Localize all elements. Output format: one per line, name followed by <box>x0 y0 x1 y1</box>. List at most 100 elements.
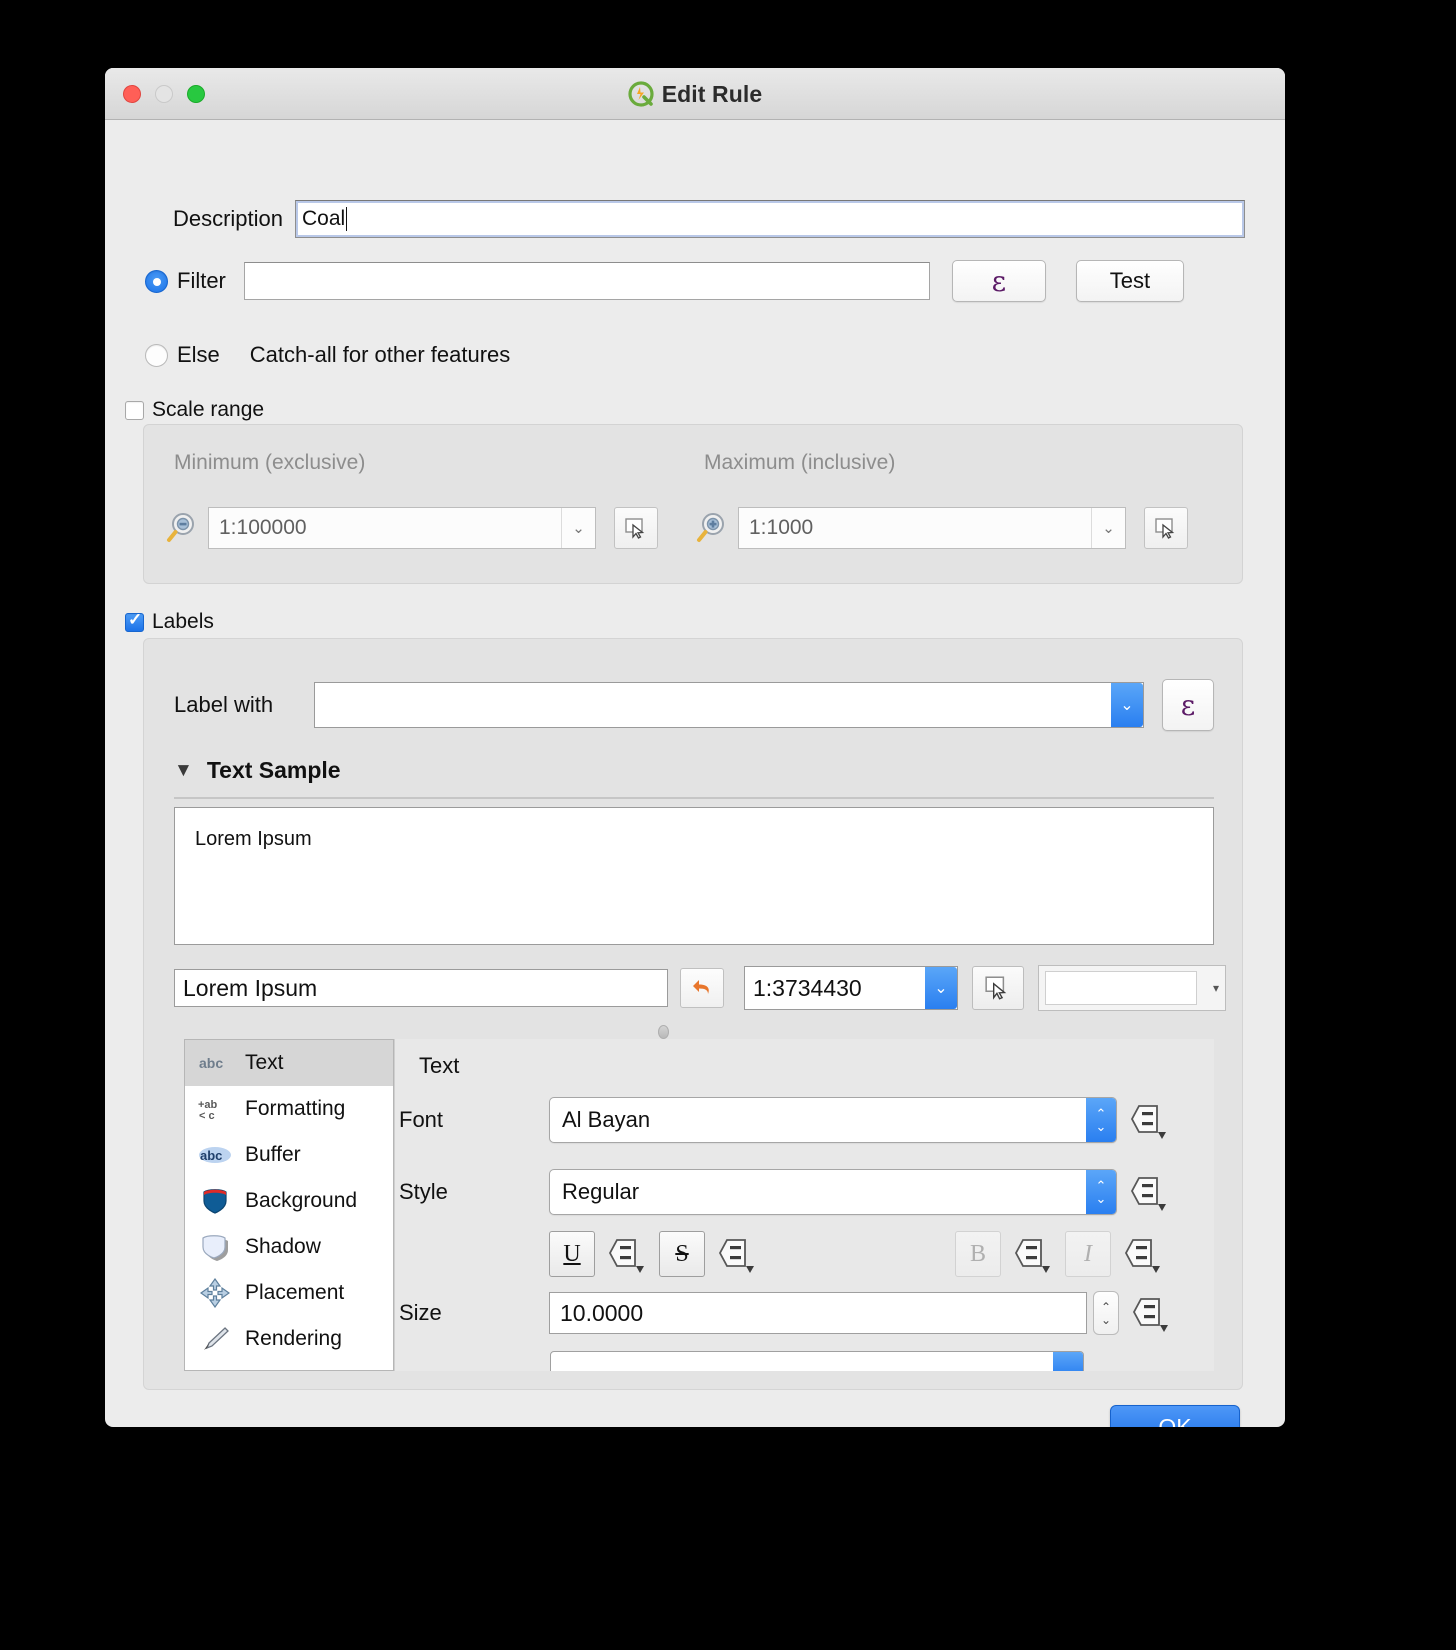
sidebar-item-formatting[interactable]: +ab < c Formatting <box>185 1086 393 1132</box>
size-override-button[interactable] <box>1127 1292 1173 1334</box>
scale-maximum-combo[interactable]: 1:1000 ⌄ <box>738 507 1126 549</box>
label-with-label: Label with <box>174 692 274 717</box>
title-bar: Edit Rule <box>105 68 1285 120</box>
style-override-button[interactable] <box>1125 1171 1171 1213</box>
scale-minimum-pick-button[interactable] <box>614 507 658 549</box>
label-settings-tab-list[interactable]: abc Text +ab < c Formatting abc Buffer B… <box>184 1039 394 1371</box>
sidebar-item-placement[interactable]: Placement <box>185 1270 393 1316</box>
scale-minimum-combo[interactable]: 1:100000 ⌄ <box>208 507 596 549</box>
else-radio[interactable] <box>145 343 168 367</box>
chevron-down-icon: ⌄ <box>1100 1312 1112 1327</box>
style-combo[interactable]: Regular ⌃ ⌄ <box>549 1169 1117 1215</box>
scale-minimum-control: 1:100000 ⌄ <box>162 507 658 549</box>
text-settings-panel: Text Font Al Bayan ⌃ ⌄ Style Regular ⌃ ⌄… <box>394 1039 1214 1371</box>
filter-expression-input[interactable] <box>243 262 930 300</box>
qgis-logo-icon <box>628 81 654 107</box>
shield-background-icon <box>197 1186 233 1216</box>
splitter-grip[interactable] <box>658 1025 669 1039</box>
font-value: Al Bayan <box>562 1107 651 1132</box>
labels-label: Labels <box>152 610 214 633</box>
format-buttons-row: U S B I <box>549 1231 1165 1277</box>
bold-override-button[interactable] <box>1009 1233 1055 1275</box>
strikethrough-button[interactable]: S <box>659 1231 705 1277</box>
scale-range-checkbox[interactable] <box>125 400 144 420</box>
sidebar-item-text[interactable]: abc Text <box>185 1040 393 1086</box>
labels-checkbox[interactable] <box>125 610 144 632</box>
bold-button[interactable]: B <box>955 1231 1001 1277</box>
chevron-up-icon: ⌃ <box>1095 1178 1107 1193</box>
italic-override-button[interactable] <box>1119 1233 1165 1275</box>
style-label: Style <box>399 1179 448 1204</box>
strikethrough-override-button[interactable] <box>713 1233 759 1275</box>
labels-checkbox-row[interactable]: Labels <box>125 610 214 634</box>
move-arrows-icon <box>197 1278 233 1308</box>
style-row: Style Regular ⌃ ⌄ <box>399 1169 1171 1215</box>
chevron-up-icon: ⌃ <box>1095 1106 1107 1121</box>
scale-range-label: Scale range <box>152 398 265 421</box>
chevron-down-icon[interactable] <box>1053 1352 1083 1371</box>
label-with-expression-button[interactable]: ε <box>1162 679 1214 731</box>
filter-row: Filter ε Test <box>145 260 1245 302</box>
scale-maximum-pick-button[interactable] <box>1144 507 1188 549</box>
scale-minimum-title: Minimum (exclusive) <box>174 451 366 474</box>
italic-button[interactable]: I <box>1065 1231 1111 1277</box>
sample-scale-combo[interactable]: 1:3734430 ⌄ <box>744 966 958 1010</box>
edit-rule-dialog: Edit Rule Description Coal Filter ε Test… <box>105 68 1285 1427</box>
scale-range-checkbox-row[interactable]: Scale range <box>125 398 264 422</box>
sidebar-item-label: Placement <box>245 1281 345 1304</box>
size-value: 10.0000 <box>560 1299 644 1326</box>
size-stepper[interactable]: ⌃ ⌄ <box>1093 1291 1119 1335</box>
filter-expression-builder-button[interactable]: ε <box>951 260 1046 302</box>
sidebar-item-shadow[interactable]: Shadow <box>185 1224 393 1270</box>
else-label: Else <box>177 342 220 367</box>
underline-button[interactable]: U <box>549 1231 595 1277</box>
font-row: Font Al Bayan ⌃ ⌄ <box>399 1097 1171 1143</box>
size-units-combo[interactable] <box>550 1351 1084 1371</box>
sample-color-combo[interactable]: ▾ <box>1038 965 1226 1011</box>
filter-radio[interactable] <box>145 269 168 293</box>
style-stepper[interactable]: ⌃ ⌄ <box>1086 1170 1116 1214</box>
text-sample-header[interactable]: ▼ Text Sample <box>174 757 341 784</box>
label-with-combo[interactable]: ⌄ <box>314 682 1144 728</box>
underline-override-button[interactable] <box>603 1233 649 1275</box>
sample-text-input[interactable]: Lorem Ipsum <box>174 969 668 1007</box>
svg-text:abc: abc <box>199 1055 223 1071</box>
revert-sample-button[interactable] <box>680 968 724 1008</box>
panel-title: Text <box>419 1053 460 1078</box>
disclosure-triangle-down-icon[interactable]: ▼ <box>174 760 193 782</box>
svg-text:abc: abc <box>200 1148 222 1163</box>
sidebar-item-rendering[interactable]: Rendering <box>185 1316 393 1362</box>
ok-button[interactable]: OK <box>1110 1405 1240 1427</box>
sample-scale-pick-button[interactable] <box>972 966 1024 1010</box>
svg-text:< c: < c <box>199 1110 215 1122</box>
description-input[interactable]: Coal <box>295 200 1245 238</box>
text-sample-preview: Lorem Ipsum <box>174 807 1214 945</box>
chevron-down-icon: ⌄ <box>1095 1119 1107 1134</box>
data-defined-override-icon <box>1014 1239 1050 1273</box>
else-row: Else Catch-all for other features <box>145 342 510 368</box>
description-value: Coal <box>302 207 346 230</box>
sidebar-item-label: Buffer <box>245 1143 301 1166</box>
sidebar-item-buffer[interactable]: abc Buffer <box>185 1132 393 1178</box>
chevron-down-icon[interactable]: ⌄ <box>1111 683 1143 727</box>
chevron-down-icon[interactable]: ⌄ <box>925 967 957 1009</box>
sample-color-swatch[interactable] <box>1045 971 1197 1005</box>
chevron-down-icon[interactable]: ▾ <box>1213 981 1219 995</box>
style-value: Regular <box>562 1179 640 1204</box>
size-label: Size <box>399 1300 442 1325</box>
font-override-button[interactable] <box>1125 1099 1171 1141</box>
data-defined-override-icon <box>718 1239 754 1273</box>
font-combo[interactable]: Al Bayan ⌃ ⌄ <box>549 1097 1117 1143</box>
scale-maximum-title: Maximum (inclusive) <box>704 451 896 474</box>
test-button[interactable]: Test <box>1075 260 1184 302</box>
scale-minimum-value: 1:100000 <box>219 516 307 539</box>
chevron-down-icon: ⌄ <box>561 508 595 548</box>
sidebar-item-background[interactable]: Background <box>185 1178 393 1224</box>
font-stepper[interactable]: ⌃ ⌄ <box>1086 1098 1116 1142</box>
data-defined-override-icon <box>1124 1239 1160 1273</box>
epsilon-icon: ε <box>1180 688 1196 722</box>
magnifier-minus-icon <box>162 508 202 548</box>
size-input[interactable]: 10.0000 <box>549 1292 1087 1334</box>
data-defined-override-icon <box>1130 1177 1166 1211</box>
label-with-row: Label with ⌄ ε <box>174 679 1214 731</box>
